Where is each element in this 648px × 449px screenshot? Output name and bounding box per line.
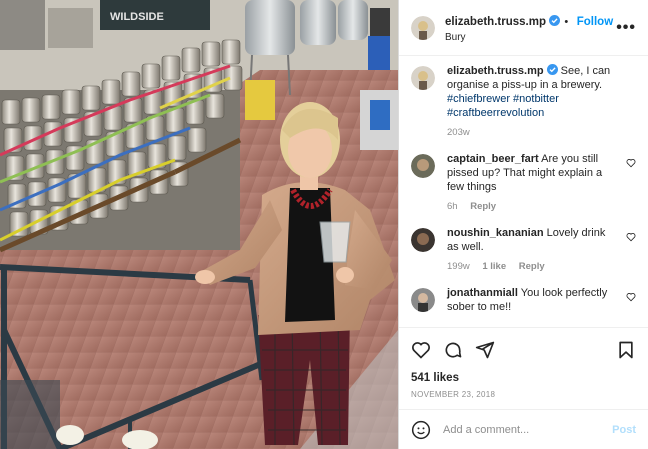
comment-username[interactable]: noushin_kananian (447, 227, 544, 239)
comment-body: captain_beer_fart Are you still pissed u… (447, 152, 636, 214)
comment-item: noushin_kananian Lovely drink as well. 1… (411, 226, 636, 274)
post-comment-button[interactable]: Post (612, 424, 636, 436)
dot-separator: • (564, 16, 569, 28)
follow-button[interactable]: Follow (577, 16, 613, 28)
comment-item: captain_beer_fart Are you still pissed u… (411, 152, 636, 214)
heart-icon[interactable] (626, 232, 636, 242)
more-options-icon[interactable]: ••• (616, 19, 636, 37)
like-heart-icon[interactable] (411, 340, 431, 360)
post-side-panel: elizabeth.truss.mp • Follow Bury ••• eli… (398, 0, 648, 449)
comment-input[interactable] (441, 422, 613, 437)
caption-hashtags[interactable]: #chiefbrewer #notbitter #craftbeerrevolu… (447, 93, 559, 119)
comment-body: noushin_kananian Lovely drink as well. 1… (447, 226, 636, 274)
heart-icon[interactable] (626, 292, 636, 302)
comment-meta: 199w 1 like Reply (447, 260, 618, 274)
add-comment-bar: Post (399, 409, 648, 449)
comment-time: 199w (447, 261, 470, 272)
caption-body: elizabeth.truss.mp See, I can organise a… (447, 64, 636, 140)
bookmark-icon[interactable] (616, 340, 636, 360)
caption-username[interactable]: elizabeth.truss.mp (447, 65, 544, 77)
caption-meta: 203w (447, 126, 618, 140)
author-avatar[interactable] (411, 15, 435, 40)
comment-avatar[interactable] (411, 154, 435, 178)
caption: elizabeth.truss.mp See, I can organise a… (411, 64, 636, 140)
comment-meta: 6h Reply (447, 200, 618, 214)
verified-badge-icon (546, 64, 558, 75)
comment-likes[interactable]: 1 like (482, 261, 506, 272)
reply-button[interactable]: Reply (519, 261, 545, 272)
wall-sign-text: WILDSIDE (110, 11, 164, 23)
action-icons (411, 336, 636, 364)
post-photo[interactable]: WILDSIDE (0, 0, 398, 449)
comments-list[interactable]: elizabeth.truss.mp See, I can organise a… (399, 56, 648, 327)
author-info: elizabeth.truss.mp • Follow Bury (445, 12, 613, 43)
caption-time: 203w (447, 127, 470, 138)
share-icon[interactable] (475, 340, 495, 360)
comment-username[interactable]: jonathanmiall (447, 287, 518, 299)
post-header: elizabeth.truss.mp • Follow Bury ••• (399, 0, 648, 56)
likes-count[interactable]: 541 likes (411, 372, 636, 384)
post-location[interactable]: Bury (445, 32, 613, 43)
comment-item: jonathanmiall You look perfectly sober t… (411, 286, 636, 314)
verified-badge-icon (548, 15, 560, 26)
author-username[interactable]: elizabeth.truss.mp (445, 16, 546, 28)
reply-button[interactable]: Reply (470, 201, 496, 212)
comment-avatar[interactable] (411, 288, 435, 312)
post-date[interactable]: NOVEMBER 23, 2018 (411, 390, 636, 399)
emoji-icon[interactable] (411, 420, 431, 440)
comment-time: 6h (447, 201, 458, 212)
instagram-post: WILDSIDE elizabeth.truss.mp • Follow Bur… (0, 0, 648, 449)
comment-icon[interactable] (443, 340, 463, 360)
heart-icon[interactable] (626, 158, 636, 168)
post-actions: 541 likes NOVEMBER 23, 2018 (399, 327, 648, 399)
comment-username[interactable]: captain_beer_fart (447, 153, 539, 165)
comment-avatar[interactable] (411, 228, 435, 252)
brewery-photo: WILDSIDE (0, 0, 398, 449)
caption-avatar[interactable] (411, 66, 435, 90)
comment-body: jonathanmiall You look perfectly sober t… (447, 286, 636, 314)
